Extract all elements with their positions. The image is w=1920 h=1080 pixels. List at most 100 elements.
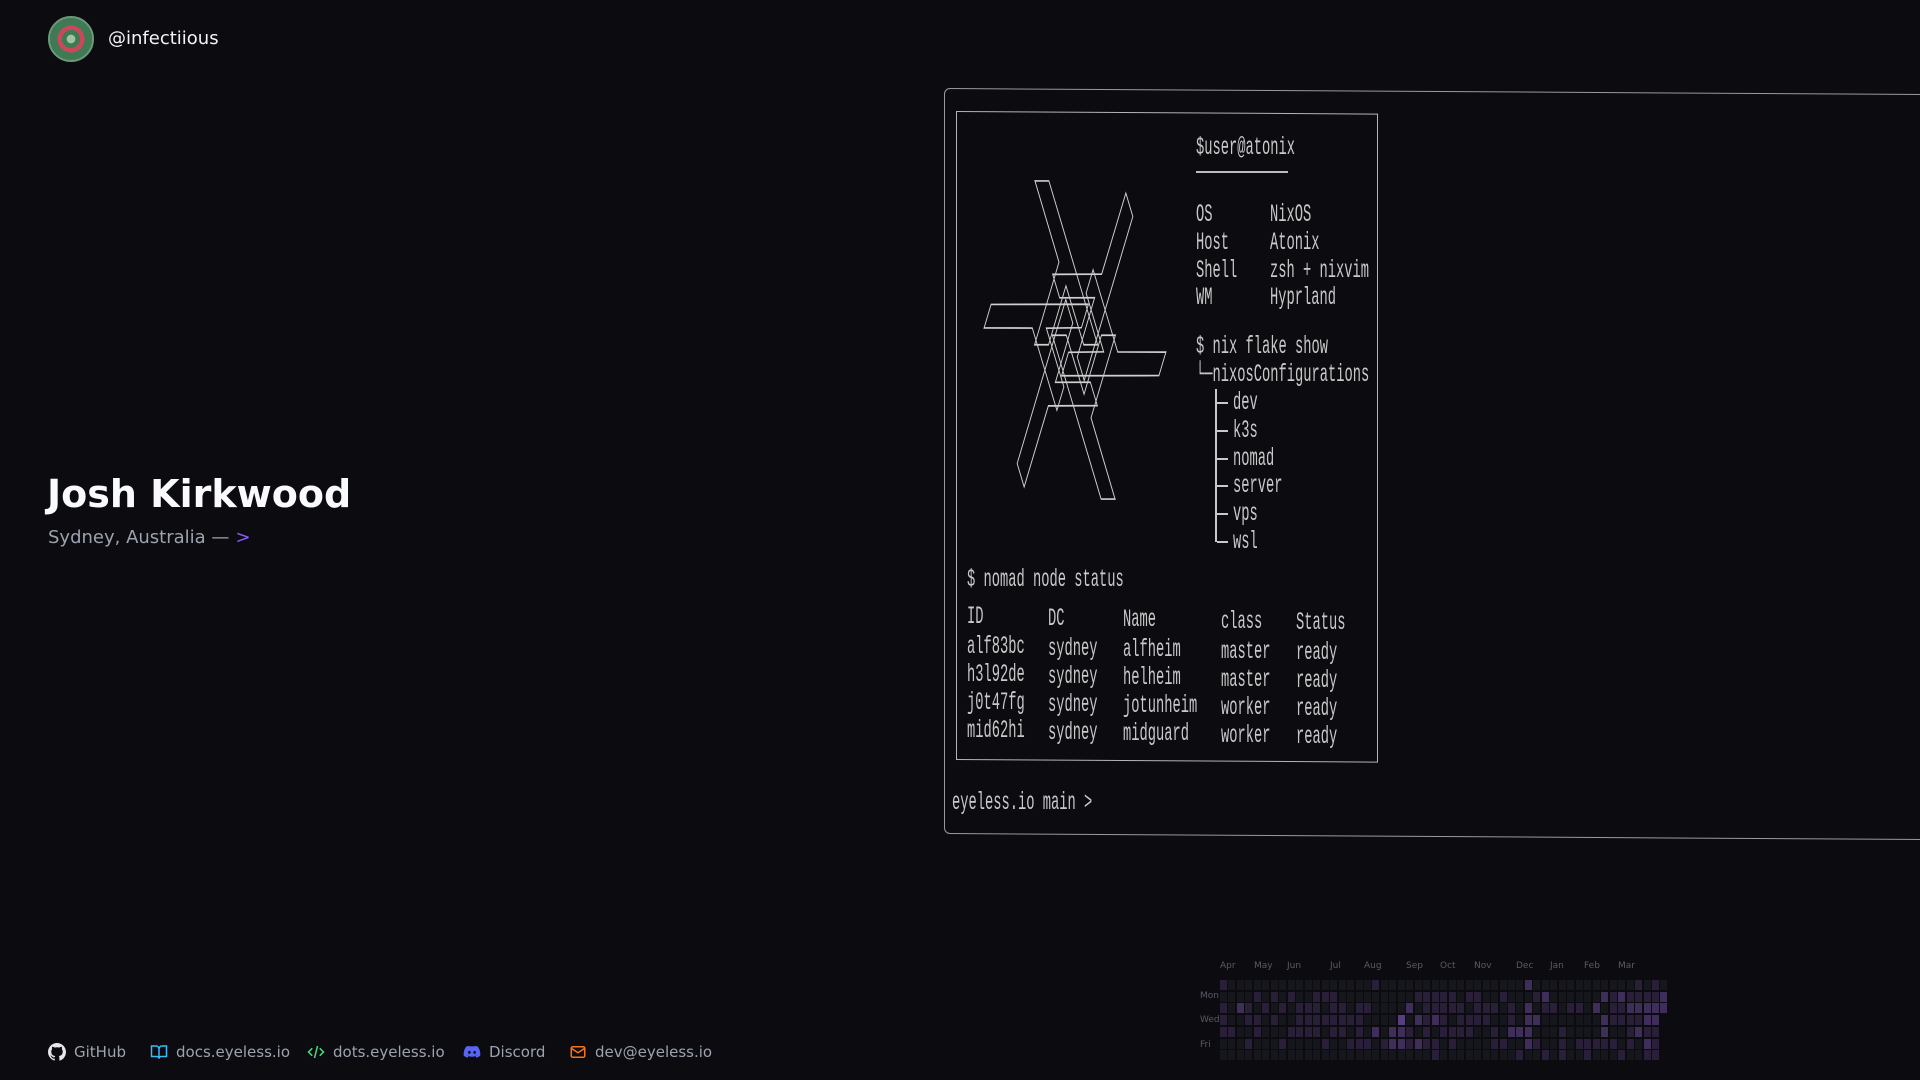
contribution-cell[interactable] — [1609, 1003, 1617, 1014]
contribution-cell[interactable] — [1220, 1026, 1227, 1037]
contribution-cell[interactable] — [1363, 1050, 1371, 1061]
contribution-cell[interactable] — [1406, 1003, 1414, 1014]
contribution-cell[interactable] — [1355, 980, 1363, 990]
contribution-cell[interactable] — [1558, 991, 1566, 1002]
contribution-cell[interactable] — [1541, 1038, 1549, 1049]
contribution-cell[interactable] — [1524, 1026, 1532, 1037]
contribution-cell[interactable] — [1236, 980, 1244, 990]
contribution-cell[interactable] — [1457, 1015, 1465, 1026]
contribution-cell[interactable] — [1618, 1050, 1626, 1061]
footer-link-docs[interactable]: docs.eyeless.io — [150, 1043, 290, 1061]
contribution-cell[interactable] — [1355, 1003, 1363, 1014]
contribution-cell[interactable] — [1448, 1015, 1456, 1026]
contribution-cell[interactable] — [1321, 1050, 1329, 1061]
contribution-cell[interactable] — [1406, 991, 1414, 1002]
contribution-cell[interactable] — [1507, 980, 1515, 990]
contribution-cell[interactable] — [1457, 1003, 1465, 1014]
contribution-cell[interactable] — [1423, 1003, 1431, 1014]
contribution-cell[interactable] — [1313, 980, 1321, 990]
contribution-cell[interactable] — [1347, 991, 1355, 1002]
contribution-cell[interactable] — [1330, 991, 1338, 1002]
contribution-cell[interactable] — [1321, 980, 1329, 990]
contribution-cell[interactable] — [1253, 1038, 1261, 1049]
contribution-cell[interactable] — [1660, 991, 1668, 1002]
contribution-cell[interactable] — [1626, 980, 1634, 990]
contribution-cell[interactable] — [1220, 991, 1227, 1002]
contribution-cell[interactable] — [1372, 991, 1380, 1002]
contribution-cell[interactable] — [1389, 1003, 1397, 1014]
contribution-cell[interactable] — [1651, 1038, 1659, 1049]
contribution-cell[interactable] — [1245, 1026, 1253, 1037]
contribution-cell[interactable] — [1330, 1003, 1338, 1014]
contribution-cell[interactable] — [1414, 991, 1422, 1002]
contribution-cell[interactable] — [1321, 1003, 1329, 1014]
contribution-cell[interactable] — [1643, 991, 1651, 1002]
contribution-cell[interactable] — [1541, 1026, 1549, 1037]
contribution-cell[interactable] — [1228, 1038, 1236, 1049]
contribution-cell[interactable] — [1347, 1038, 1355, 1049]
contribution-cell[interactable] — [1338, 1015, 1346, 1026]
contribution-cell[interactable] — [1499, 991, 1507, 1002]
contribution-cell[interactable] — [1448, 1026, 1456, 1037]
contribution-cell[interactable] — [1262, 1050, 1270, 1061]
contribution-cell[interactable] — [1457, 980, 1465, 990]
contribution-cell[interactable] — [1389, 991, 1397, 1002]
contribution-cell[interactable] — [1389, 1038, 1397, 1049]
contribution-cell[interactable] — [1660, 980, 1668, 990]
contribution-cell[interactable] — [1601, 1038, 1609, 1049]
contribution-cell[interactable] — [1507, 991, 1515, 1002]
contribution-cell[interactable] — [1507, 1050, 1515, 1061]
contribution-cell[interactable] — [1465, 1015, 1473, 1026]
contribution-cell[interactable] — [1313, 1003, 1321, 1014]
contribution-cell[interactable] — [1228, 991, 1236, 1002]
contribution-cell[interactable] — [1550, 991, 1558, 1002]
contribution-cell[interactable] — [1474, 1026, 1482, 1037]
contribution-cell[interactable] — [1406, 1026, 1414, 1037]
contribution-cell[interactable] — [1592, 980, 1600, 990]
contribution-cell[interactable] — [1541, 1003, 1549, 1014]
contribution-cell[interactable] — [1355, 991, 1363, 1002]
contribution-cell[interactable] — [1372, 1038, 1380, 1049]
contribution-cell[interactable] — [1313, 1015, 1321, 1026]
contribution-cell[interactable] — [1321, 991, 1329, 1002]
contribution-cell[interactable] — [1338, 1026, 1346, 1037]
contribution-cell[interactable] — [1363, 1038, 1371, 1049]
contribution-cell[interactable] — [1431, 1003, 1439, 1014]
contribution-cell[interactable] — [1575, 1003, 1583, 1014]
contribution-cell[interactable] — [1524, 991, 1532, 1002]
contribution-cell[interactable] — [1414, 1015, 1422, 1026]
contribution-cell[interactable] — [1533, 1015, 1541, 1026]
contribution-cell[interactable] — [1643, 980, 1651, 990]
contribution-cell[interactable] — [1524, 1015, 1532, 1026]
contribution-cell[interactable] — [1465, 1003, 1473, 1014]
contribution-cell[interactable] — [1550, 1026, 1558, 1037]
contribution-cell[interactable] — [1440, 1038, 1448, 1049]
contribution-cell[interactable] — [1524, 1003, 1532, 1014]
contribution-cell[interactable] — [1643, 1050, 1651, 1061]
contribution-cell[interactable] — [1253, 1050, 1261, 1061]
contribution-cell[interactable] — [1270, 1015, 1278, 1026]
contribution-cell[interactable] — [1507, 1015, 1515, 1026]
contribution-cell[interactable] — [1448, 1050, 1456, 1061]
contribution-cell[interactable] — [1431, 980, 1439, 990]
contribution-cell[interactable] — [1516, 1026, 1524, 1037]
contribution-cell[interactable] — [1550, 980, 1558, 990]
contribution-cell[interactable] — [1507, 1038, 1515, 1049]
contribution-cell[interactable] — [1423, 991, 1431, 1002]
contribution-cell[interactable] — [1567, 1015, 1575, 1026]
contribution-cell[interactable] — [1313, 1026, 1321, 1037]
contribution-cell[interactable] — [1457, 1050, 1465, 1061]
contribution-cell[interactable] — [1423, 1026, 1431, 1037]
contribution-cell[interactable] — [1389, 1015, 1397, 1026]
contribution-cell[interactable] — [1372, 1050, 1380, 1061]
contribution-cell[interactable] — [1406, 1038, 1414, 1049]
contribution-cell[interactable] — [1533, 1026, 1541, 1037]
contribution-cell[interactable] — [1296, 1050, 1304, 1061]
contribution-cell[interactable] — [1347, 1003, 1355, 1014]
contribution-cell[interactable] — [1287, 1003, 1295, 1014]
contribution-cell[interactable] — [1338, 1003, 1346, 1014]
contribution-cell[interactable] — [1380, 980, 1388, 990]
contribution-cell[interactable] — [1279, 1038, 1287, 1049]
contribution-cell[interactable] — [1550, 1015, 1558, 1026]
contribution-cell[interactable] — [1635, 991, 1643, 1002]
